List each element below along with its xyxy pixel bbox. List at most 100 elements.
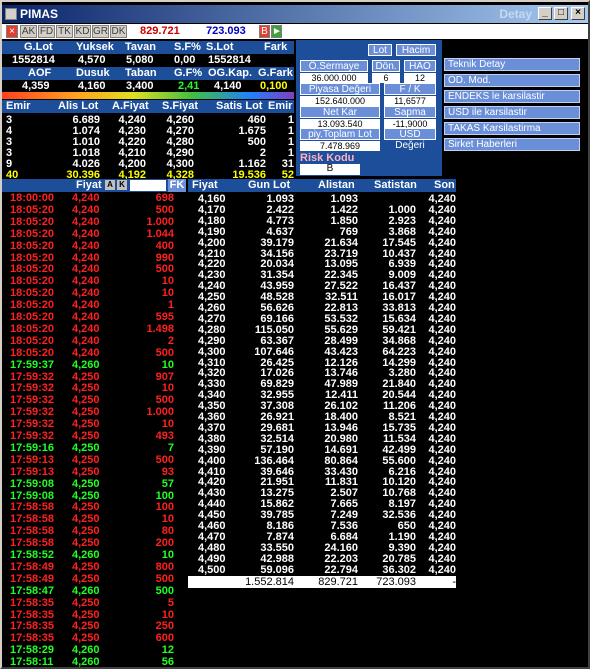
col-sf: S.F% — [174, 41, 201, 53]
trade-row: 17:58:47 4,260 500 — [2, 585, 186, 597]
trade-cell: 5 — [167, 596, 174, 609]
sermaye-label: Ö.Sermaye — [300, 60, 368, 72]
tool-button-kd[interactable]: KD — [74, 25, 91, 38]
b-button[interactable]: B — [259, 25, 270, 38]
tool-button-gr[interactable]: GR — [92, 25, 109, 38]
tool-button-ak[interactable]: AK — [20, 25, 37, 38]
col-fark: Fark — [264, 41, 288, 53]
maximize-button[interactable]: □ — [554, 7, 568, 20]
price-cell: 4,240 — [428, 563, 456, 576]
tool-button-fd[interactable]: FD — [38, 25, 55, 38]
sort-k-button[interactable]: K — [117, 180, 127, 190]
price-total-cell: - — [452, 576, 456, 588]
tool-button-tk[interactable]: TK — [56, 25, 73, 38]
ptoplam-label: piy.Toplam Lot — [300, 128, 380, 140]
col-yuksek: Yuksek — [76, 41, 114, 53]
price-total-row: 1.552.814 829.721 723.093 - — [188, 576, 456, 588]
piyasa-label: Piyasa Değeri — [300, 83, 380, 95]
trade-cell: 10 — [161, 608, 174, 621]
trade-row: 17:58:35 4,250 600 — [2, 632, 186, 644]
depth-header: Emir Alis Lot A.Fiyat S.Fiyat Satis Lot … — [2, 100, 294, 113]
title-bar[interactable]: PIMAS Detay _ □ × — [2, 5, 588, 23]
arrow-right-icon[interactable]: ► — [271, 25, 282, 38]
trade-cell: 4,250 — [72, 620, 100, 633]
piyasa-value: 152.640.000 — [300, 96, 380, 106]
menu-od-mod[interactable]: OD. Mod. — [444, 74, 580, 87]
trade-cell: 17:58:47 — [10, 584, 55, 597]
trade-cell: 4,260 — [72, 644, 100, 657]
price-table-header: Fiyat Gun Lot Alistan Satistan Son — [188, 179, 456, 192]
menu-usd[interactable]: USD ile karsilastir — [444, 106, 580, 119]
fk-value: 11,6577 — [384, 96, 436, 106]
trade-cell: 4,250 — [72, 632, 100, 645]
hao-label: HAO — [404, 60, 436, 72]
trade-cell: 4,250 — [72, 608, 100, 621]
summary-header-2: AOF Dusuk Taban G.F% OG.Kap. G.Fark — [2, 67, 294, 80]
don-value: 6 — [372, 73, 400, 83]
trade-cell: 12 — [161, 644, 174, 657]
trade-cell: 250 — [155, 620, 174, 633]
pimas-window: PIMAS Detay _ □ × × AK FD TK KD GR DK 82… — [0, 0, 590, 669]
fk-label: F / K — [384, 83, 436, 95]
trade-row: 17:58:35 4,250 5 — [2, 597, 186, 609]
netkar-label: Net Kar — [300, 106, 380, 118]
hacim-button[interactable]: Hacim — [396, 44, 436, 56]
summary-values-2: 4,359 4,160 3,400 2,41 4,140 0,100 — [22, 80, 288, 92]
toolbar: × AK FD TK KD GR DK 829.721 723.093 B ► — [2, 24, 588, 39]
minimize-button[interactable]: _ — [538, 7, 552, 20]
menu-takas[interactable]: TAKAS Karsilastirma — [444, 122, 580, 135]
menu-endeks[interactable]: ENDEKS le karsilastir — [444, 90, 580, 103]
col-glot: G.Lot — [24, 41, 53, 53]
trade-cell: 17:58:35 — [10, 620, 55, 633]
trade-row: 17:58:35 4,250 10 — [2, 609, 186, 621]
fk-button[interactable]: FK — [168, 179, 186, 192]
trade-row: 17:58:11 4,260 56 — [2, 656, 186, 668]
trade-cell: 17:58:35 — [10, 596, 55, 609]
price-cell: 4,500 — [198, 563, 226, 576]
info-panel: Lot Hacim Ö.Sermaye 36.000.000 Dön. 6 HA… — [296, 40, 442, 176]
price-total-cell: 1.552.814 — [245, 576, 294, 588]
trade-cell: 17:58:11 — [10, 656, 54, 668]
toolbar-price-value: 723.093 — [206, 25, 246, 37]
trade-cell: 600 — [155, 632, 174, 645]
trade-cell: 17:58:35 — [10, 632, 55, 645]
price-cell: 36.302 — [382, 563, 416, 576]
menu-teknik-detay[interactable]: Teknik Detay — [444, 58, 580, 71]
risk-value: B — [300, 164, 360, 175]
close-icon[interactable]: × — [6, 25, 18, 38]
price-cell: 59.096 — [260, 563, 294, 576]
trade-cell: 17:58:29 — [10, 644, 55, 657]
price-row: 4,500 59.096 22.794 36.302 4,240 — [2, 564, 456, 576]
sapma-label: Sapma — [384, 106, 436, 118]
usd-button[interactable]: USD Değeri — [384, 128, 436, 151]
lot-button[interactable]: Lot — [368, 44, 392, 56]
col-slot: S.Lot — [206, 41, 234, 53]
menu-sirket-haberleri[interactable]: Sirket Haberleri — [444, 138, 580, 151]
app-icon — [5, 8, 17, 20]
close-button[interactable]: × — [571, 7, 585, 20]
summary-header-1: G.Lot Yuksek Tavan S.F% S.Lot Fark — [2, 41, 294, 54]
trade-cell: 56 — [161, 656, 174, 668]
price-total-cell: 829.721 — [318, 576, 358, 588]
trade-cell: 500 — [155, 584, 174, 597]
window-subtitle: Detay — [499, 7, 532, 21]
trades-fiyat-header: Fiyat — [76, 179, 102, 191]
window-title: PIMAS — [20, 7, 59, 21]
toolbar-lot-value: 829.721 — [140, 25, 180, 37]
trade-cell: 17:58:35 — [10, 608, 55, 621]
col-tavan: Tavan — [125, 41, 156, 53]
price-total-cell: 723.093 — [376, 576, 416, 588]
trade-cell: 4,260 — [72, 584, 100, 597]
hao-value: 12 — [404, 73, 436, 83]
trade-cell: 4,250 — [72, 596, 100, 609]
price-range-bar — [2, 92, 294, 99]
don-label: Dön. — [372, 60, 400, 72]
trade-row: 17:58:35 4,250 250 — [2, 620, 186, 632]
price-cell: 22.794 — [324, 563, 358, 576]
ptoplam-value: 7.478.969 — [300, 141, 380, 151]
trade-row: 17:58:29 4,260 12 — [2, 644, 186, 656]
sort-a-button[interactable]: A — [105, 180, 115, 190]
trades-filter-input[interactable] — [130, 180, 166, 191]
summary-values-1: 1552814 4,570 5,080 0,00 1552814 — [12, 54, 251, 66]
tool-button-dk[interactable]: DK — [110, 25, 127, 38]
